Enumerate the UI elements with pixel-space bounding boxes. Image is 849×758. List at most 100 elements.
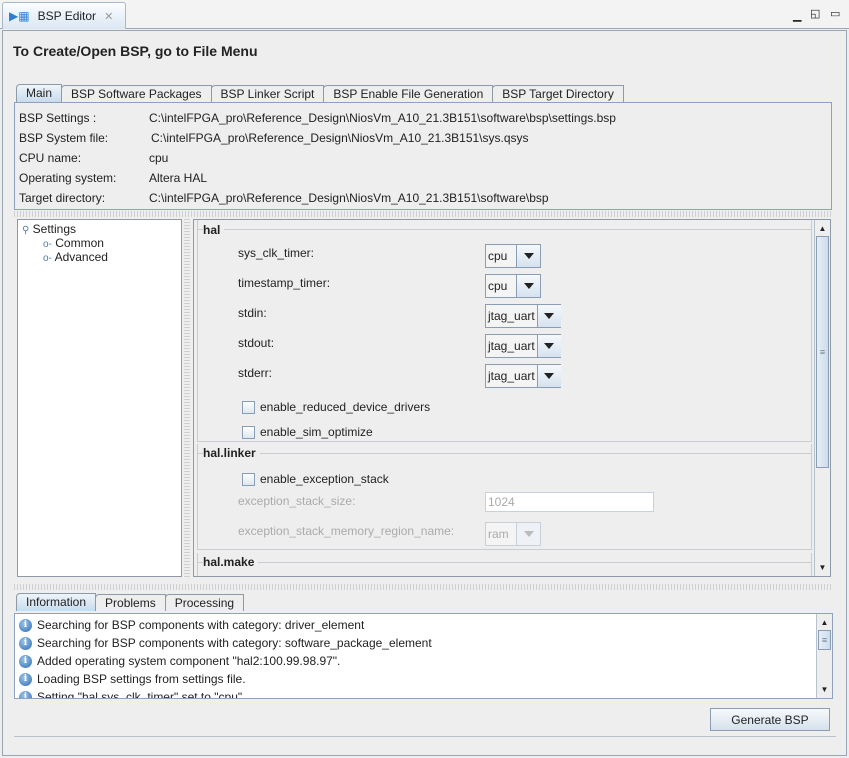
stdin-select[interactable]: jtag_uart: [485, 304, 561, 328]
info-value: cpu: [149, 151, 169, 165]
checkbox-label: enable_reduced_device_drivers: [260, 400, 431, 414]
setting-label: stderr:: [238, 366, 273, 380]
tab-processing[interactable]: Processing: [164, 594, 245, 611]
editor-tab[interactable]: ▶▦ BSP Editor ✕: [2, 2, 126, 29]
log-scrollbar[interactable]: ▲ ≡ ▼: [816, 614, 832, 698]
scrollbar-thumb[interactable]: ≡: [818, 630, 831, 650]
settings-panel: hal sys_clk_timer: cpu timestamp_timer: …: [193, 219, 831, 577]
hal-linker-group: hal.linker enable_exception_stack except…: [197, 444, 812, 550]
select-value: ram: [488, 527, 509, 541]
group-title: hal.make: [203, 555, 259, 569]
divider: [14, 736, 836, 737]
info-icon: i: [19, 654, 32, 668]
info-icon: i: [19, 618, 32, 632]
setting-label: sys_clk_timer:: [238, 246, 315, 260]
editor-tab-title: BSP Editor: [37, 9, 97, 23]
info-icon: i: [19, 690, 32, 698]
log-item: i Searching for BSP components with categ…: [19, 618, 364, 632]
scroll-up-icon[interactable]: ▲: [815, 221, 830, 236]
chevron-down-icon: [536, 365, 561, 387]
setting-label: exception_stack_size:: [238, 494, 356, 508]
maximize-icon[interactable]: ▭: [830, 7, 840, 20]
select-value: jtag_uart: [488, 309, 535, 323]
tab-enable-file-generation[interactable]: BSP Enable File Generation: [323, 85, 494, 102]
scroll-down-icon[interactable]: ▼: [817, 682, 832, 697]
info-label: Operating system:: [19, 171, 117, 185]
checkbox-label: enable_sim_optimize: [260, 425, 373, 439]
minimize-icon[interactable]: ▁: [793, 9, 801, 22]
tab-linker-script[interactable]: BSP Linker Script: [210, 85, 325, 102]
tree-node-icon: o-: [43, 253, 52, 264]
restore-icon[interactable]: ◱: [810, 7, 820, 20]
page-title: To Create/Open BSP, go to File Menu: [13, 43, 258, 59]
hal-group: hal sys_clk_timer: cpu timestamp_timer: …: [197, 220, 812, 442]
log-text: Searching for BSP components with catego…: [37, 636, 432, 650]
settings-scrollbar[interactable]: ▲ ≡ ▼: [814, 220, 830, 576]
checkbox-label: enable_exception_stack: [260, 472, 389, 486]
close-icon[interactable]: ✕: [104, 10, 113, 23]
scroll-up-icon[interactable]: ▲: [817, 615, 832, 630]
setting-label: stdout:: [238, 336, 275, 350]
bsp-editor-icon: ▶▦: [9, 9, 30, 23]
generate-bsp-button[interactable]: Generate BSP: [710, 708, 830, 731]
scroll-down-icon[interactable]: ▼: [815, 560, 830, 575]
exception-stack-size-input[interactable]: 1024: [485, 492, 654, 512]
log-item: i Searching for BSP components with categ…: [19, 636, 432, 650]
enable-exception-stack-checkbox[interactable]: enable_exception_stack: [242, 472, 389, 486]
enable-reduced-device-drivers-checkbox[interactable]: enable_reduced_device_drivers: [242, 400, 430, 414]
group-title: hal: [203, 223, 225, 237]
select-value: jtag_uart: [488, 339, 535, 353]
log-list: i Searching for BSP components with categ…: [14, 613, 833, 699]
scrollbar-thumb[interactable]: ≡: [816, 236, 829, 468]
exception-stack-region-select[interactable]: ram: [485, 522, 541, 546]
log-tabs: Information Problems Processing: [14, 593, 245, 611]
sys-clk-timer-select[interactable]: cpu: [485, 244, 541, 268]
log-text: Loading BSP settings from settings file.: [37, 672, 246, 686]
info-value: C:\intelFPGA_pro\Reference_Design\NiosVm…: [149, 191, 549, 205]
stdout-select[interactable]: jtag_uart: [485, 334, 561, 358]
info-value: C:\intelFPGA_pro\Reference_Design\NiosVm…: [151, 131, 529, 145]
info-label: Target directory:: [19, 191, 106, 205]
tab-problems[interactable]: Problems: [95, 594, 166, 611]
vertical-splitter[interactable]: [184, 219, 190, 577]
chevron-down-icon: [516, 523, 540, 545]
tree-label: Settings: [32, 222, 77, 236]
settings-tree: ⚲ Settings o- Common o- Advanced: [17, 219, 182, 577]
tree-item-common[interactable]: o- Common: [43, 236, 104, 250]
editor-tab-bar: ▶▦ BSP Editor ✕ ▁ ◱ ▭: [0, 0, 849, 29]
info-label: BSP Settings :: [19, 111, 97, 125]
chevron-down-icon: [516, 245, 540, 267]
tree-node-icon: o-: [43, 239, 52, 250]
log-item: i Added operating system component "hal2:…: [19, 654, 340, 668]
tree-node-icon: ⚲: [22, 225, 30, 236]
tab-target-directory[interactable]: BSP Target Directory: [492, 85, 624, 102]
main-tabs: Main BSP Software Packages BSP Linker Sc…: [14, 84, 834, 102]
log-text: Setting "hal.sys_clk_timer" set to "cpu"…: [37, 690, 246, 699]
chevron-down-icon: [516, 275, 540, 297]
tree-label: Common: [55, 236, 104, 250]
stderr-select[interactable]: jtag_uart: [485, 364, 561, 388]
info-value: C:\intelFPGA_pro\Reference_Design\NiosVm…: [149, 111, 616, 125]
info-icon: i: [19, 636, 32, 650]
select-value: jtag_uart: [488, 369, 535, 383]
tree-item-settings[interactable]: ⚲ Settings: [22, 222, 76, 236]
horizontal-splitter[interactable]: [14, 211, 832, 217]
log-item: i Loading BSP settings from settings file…: [19, 672, 246, 686]
tab-information[interactable]: Information: [16, 593, 97, 611]
tree-label: Advanced: [54, 250, 108, 264]
setting-label: timestamp_timer:: [238, 276, 331, 290]
bsp-info-panel: BSP Settings : C:\intelFPGA_pro\Reference…: [14, 102, 832, 210]
log-item: i Setting "hal.sys_clk_timer" set to "cpu…: [19, 690, 246, 699]
tree-item-advanced[interactable]: o- Advanced: [43, 250, 108, 264]
horizontal-splitter[interactable]: [14, 584, 832, 590]
info-label: CPU name:: [19, 151, 82, 165]
timestamp-timer-select[interactable]: cpu: [485, 274, 541, 298]
chevron-down-icon: [536, 335, 561, 357]
tab-software-packages[interactable]: BSP Software Packages: [61, 85, 212, 102]
select-value: cpu: [488, 279, 508, 293]
enable-sim-optimize-checkbox[interactable]: enable_sim_optimize: [242, 425, 373, 439]
log-text: Searching for BSP components with catego…: [37, 618, 365, 632]
hal-make-group: hal.make: [197, 553, 812, 576]
info-label: BSP System file:: [19, 131, 109, 145]
tab-main[interactable]: Main: [16, 84, 63, 102]
